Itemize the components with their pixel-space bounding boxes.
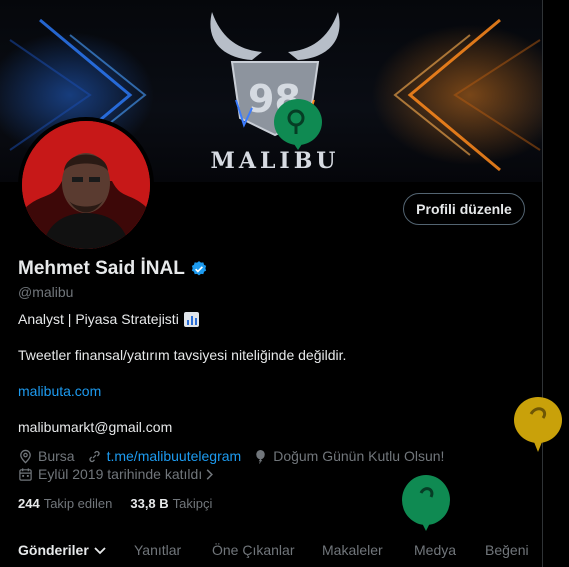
balloon-icon (256, 449, 265, 464)
tab-likes[interactable]: Beğeni (485, 542, 529, 558)
edit-profile-button[interactable]: Profili düzenle (403, 193, 525, 225)
bio-title: Analyst | Piyasa Stratejisti (18, 311, 179, 327)
green-balloon-decoration (274, 99, 322, 150)
tab-replies[interactable]: Yanıtlar (134, 542, 181, 558)
follow-counts: 244 Takip edilen 33,8 B Takipçi (18, 496, 212, 511)
tab-posts[interactable]: Gönderiler (18, 542, 107, 558)
name-row: Mehmet Said İNAL (18, 258, 208, 280)
joined-date-text: Eylül 2019 tarihinde katıldı (38, 466, 203, 482)
tab-highlights[interactable]: Öne Çıkanlar (212, 542, 294, 558)
profile-meta-row-1: Bursa t.me/malibuutelegram Doğum Günün K… (18, 448, 444, 464)
following-label[interactable]: Takip edilen (44, 496, 113, 511)
display-name: Mehmet Said İNAL (18, 258, 185, 279)
chart-emoji-icon (183, 311, 199, 327)
location-text: Bursa (38, 448, 75, 464)
bio-line-2: Tweetler finansal/yatırım tavsiyesi nite… (18, 347, 347, 363)
bio-line-1: Analyst | Piyasa Stratejisti (18, 311, 199, 327)
profile-tabs: Gönderiler Yanıtlar Öne Çıkanlar Makalel… (0, 530, 542, 567)
calendar-icon (19, 467, 32, 481)
tab-media[interactable]: Medya (414, 542, 456, 558)
website-link[interactable]: malibuta.com (18, 383, 101, 399)
birthday-text: Doğum Günün Kutlu Olsun! (273, 448, 445, 464)
avatar-image (22, 121, 150, 249)
telegram-link[interactable]: t.me/malibuutelegram (107, 448, 242, 464)
email-text: malibumarkt@gmail.com (18, 419, 173, 435)
link-icon (88, 450, 100, 462)
followers-label[interactable]: Takipçi (173, 496, 213, 511)
following-count[interactable]: 244 (18, 496, 40, 511)
location-pin-icon (20, 449, 31, 463)
followers-count[interactable]: 33,8 B (130, 496, 168, 511)
chevron-down-icon (94, 547, 106, 555)
user-handle: @malibu (18, 284, 74, 300)
avatar[interactable] (18, 117, 154, 253)
tab-articles[interactable]: Makaleler (322, 542, 383, 558)
gold-balloon-decoration (514, 397, 562, 452)
green-balloon-decoration (402, 475, 450, 531)
chevron-right-icon[interactable] (204, 467, 216, 482)
tab-posts-label: Gönderiler (18, 542, 89, 558)
profile-meta-row-2: Eylül 2019 tarihinde katıldı (18, 466, 221, 482)
verified-badge-icon[interactable] (190, 260, 208, 278)
profile-page: 98 MALIBU Profili düzenle Mehmet Said İN… (0, 0, 543, 567)
